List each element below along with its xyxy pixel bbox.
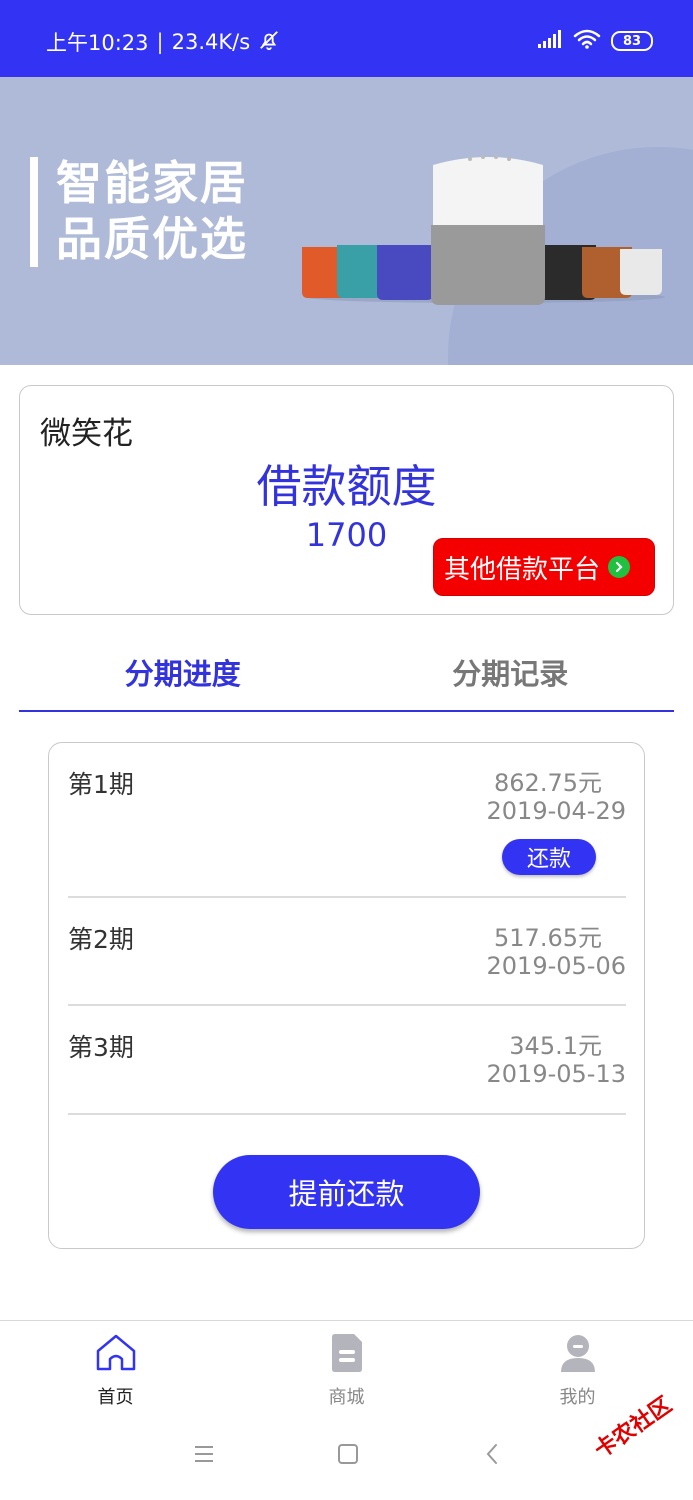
bottom-nav: 首页 商城 我的 <box>0 1320 693 1417</box>
prepay-button[interactable]: 提前还款 <box>213 1155 480 1229</box>
nav-label-mine: 我的 <box>559 1387 596 1408</box>
loan-quota-card: 微笑花 借款额度 1700 其他借款平台 <box>19 385 674 615</box>
chevron-right-icon <box>608 556 631 578</box>
user-icon <box>558 1333 598 1377</box>
app-name: 微笑花 <box>40 416 133 452</box>
back-icon[interactable] <box>484 1443 500 1469</box>
installment-period: 第3期 <box>68 1033 134 1062</box>
nav-label-mall: 商城 <box>328 1387 365 1408</box>
installment-amount: 862.75元 <box>494 769 602 797</box>
banner-title: 智能家居 品质优选 <box>56 155 248 267</box>
status-right: 83 <box>537 28 653 54</box>
installment-tabs: 分期进度 分期记录 <box>19 640 674 712</box>
banner-accent-bar <box>30 157 38 267</box>
tab-installment-progress[interactable]: 分期进度 <box>19 640 347 710</box>
status-separator: | <box>156 30 164 54</box>
status-left: 上午10:23 | 23.4K/s <box>46 27 280 57</box>
installment-list-card: 第1期 862.75元 2019-04-29 还款 第2期 517.65元 20… <box>48 742 645 1249</box>
installment-row: 第2期 517.65元 2019-05-06 <box>68 898 626 1006</box>
installment-amount: 345.1元 <box>509 1032 602 1060</box>
banner-title-line1: 智能家居 <box>56 156 248 210</box>
other-platforms-button[interactable]: 其他借款平台 <box>433 538 655 596</box>
wifi-icon <box>573 28 601 54</box>
repay-button[interactable]: 还款 <box>502 839 596 875</box>
menu-icon[interactable] <box>193 1443 215 1469</box>
battery-indicator: 83 <box>611 31 653 51</box>
installment-row: 第3期 345.1元 2019-05-13 <box>68 1006 626 1115</box>
loan-quota-label: 借款额度 <box>256 460 437 513</box>
document-icon <box>330 1333 364 1377</box>
installment-date: 2019-04-29 <box>486 797 626 825</box>
bell-off-icon <box>258 29 280 56</box>
home-icon <box>95 1333 137 1377</box>
nav-item-home[interactable]: 首页 <box>0 1321 231 1417</box>
installment-period: 第1期 <box>68 770 134 799</box>
installment-row: 第1期 862.75元 2019-04-29 还款 <box>68 743 626 898</box>
other-platforms-label: 其他借款平台 <box>444 554 601 585</box>
banner-title-line2: 品质优选 <box>56 212 248 266</box>
home-square-icon[interactable] <box>337 1443 359 1469</box>
installment-amount: 517.65元 <box>494 924 602 952</box>
nav-item-mall[interactable]: 商城 <box>231 1321 462 1417</box>
installment-date: 2019-05-13 <box>486 1060 626 1088</box>
nav-label-home: 首页 <box>97 1387 134 1408</box>
signal-icon <box>537 30 563 52</box>
system-nav-bar <box>0 1417 693 1500</box>
status-bar: 上午10:23 | 23.4K/s 83 <box>0 0 693 77</box>
smart-speaker-image <box>302 155 665 305</box>
tab-installment-records[interactable]: 分期记录 <box>347 640 675 710</box>
installment-period: 第2期 <box>68 925 134 954</box>
network-speed: 23.4K/s <box>171 30 251 54</box>
status-time: 上午10:23 <box>46 31 149 55</box>
installment-date: 2019-05-06 <box>486 952 626 980</box>
promo-banner[interactable]: 智能家居 品质优选 <box>0 77 693 365</box>
